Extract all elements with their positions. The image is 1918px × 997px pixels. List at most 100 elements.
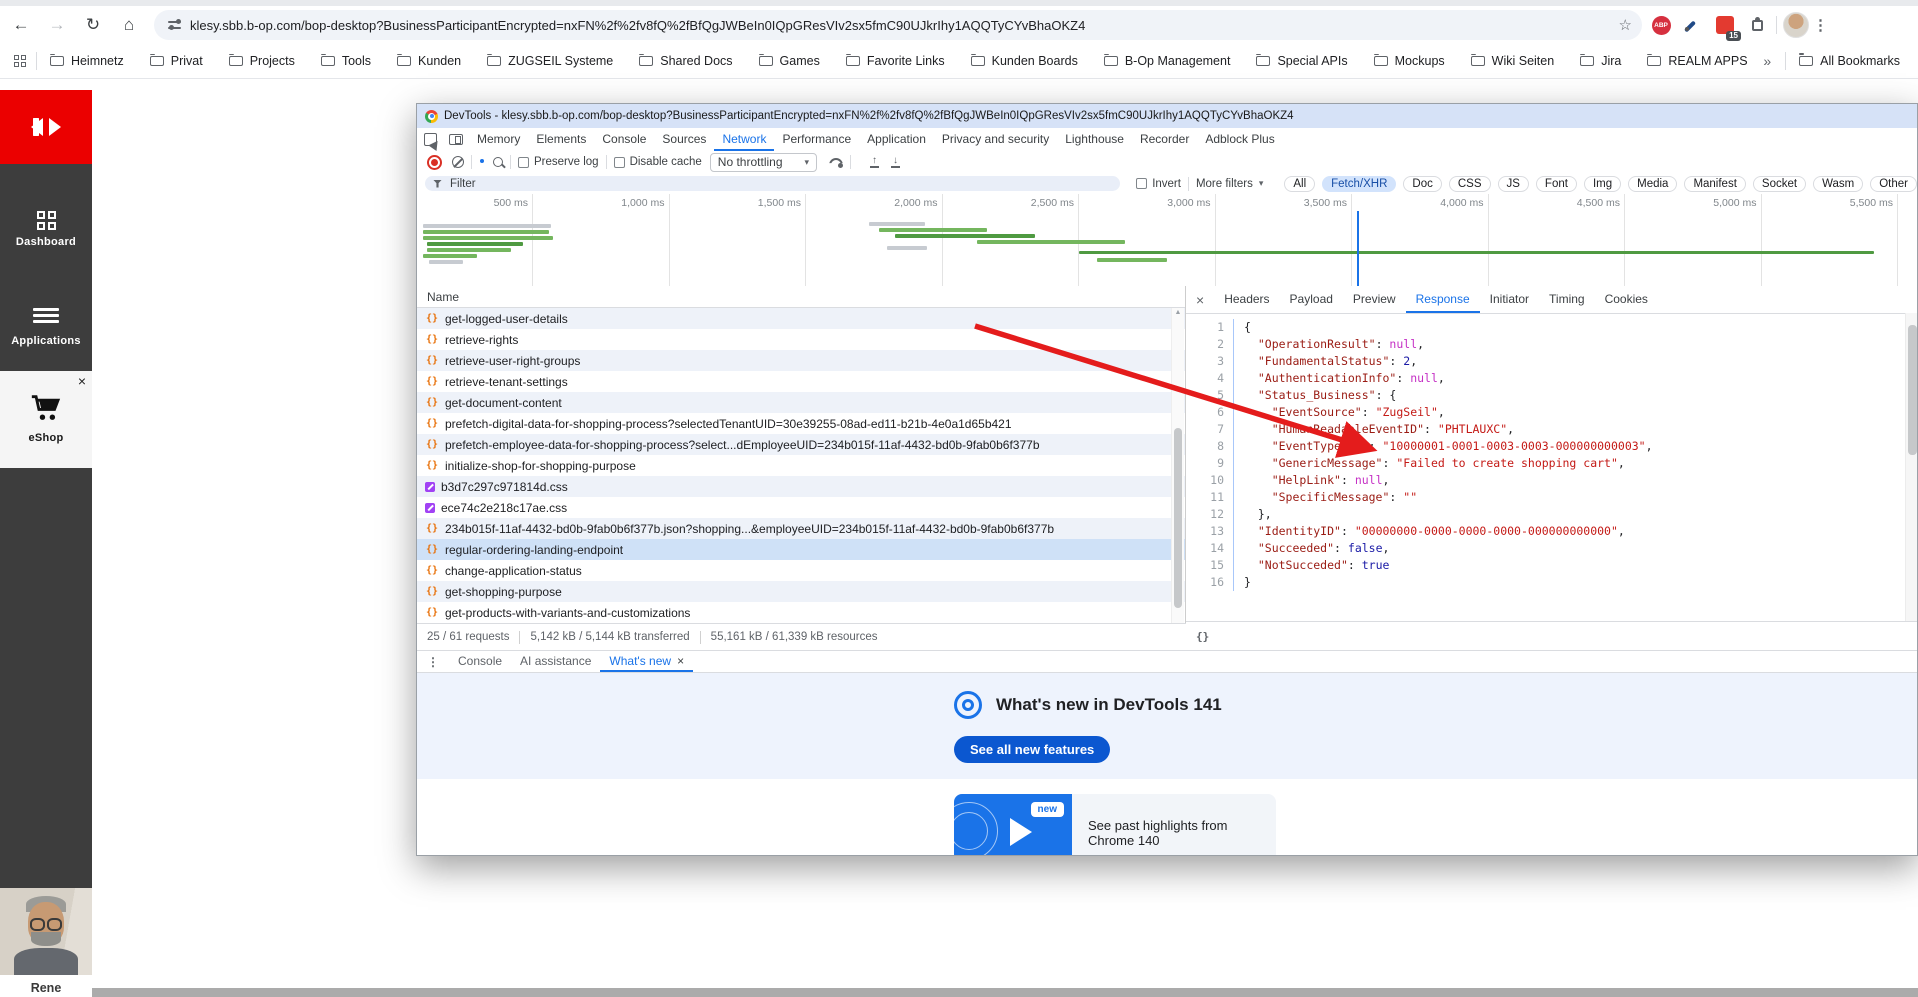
bookmark-item-jira[interactable]: Jira [1580, 54, 1621, 68]
devtools-tab-privacy-and-security[interactable]: Privacy and security [934, 128, 1057, 151]
response-tab-preview[interactable]: Preview [1343, 286, 1406, 313]
bookmark-item-privat[interactable]: Privat [150, 54, 203, 68]
bookmark-item-projects[interactable]: Projects [229, 54, 295, 68]
filter-chip-doc[interactable]: Doc [1403, 176, 1441, 192]
devtools-tab-recorder[interactable]: Recorder [1132, 128, 1197, 151]
bookmark-item-b-op-management[interactable]: B-Op Management [1104, 54, 1231, 68]
devtools-tab-console[interactable]: Console [594, 128, 654, 151]
sidebar-item-applications[interactable]: Applications [0, 305, 92, 347]
sidebar-item-dashboard[interactable]: Dashboard [0, 208, 92, 248]
requests-table-header[interactable]: Name [417, 286, 1185, 308]
devtools-tab-sources[interactable]: Sources [654, 128, 714, 151]
response-tab-cookies[interactable]: Cookies [1595, 286, 1658, 313]
filter-chip-js[interactable]: JS [1498, 176, 1529, 192]
filter-chip-fetch-xhr[interactable]: Fetch/XHR [1322, 176, 1396, 192]
devtools-titlebar[interactable]: DevTools - klesy.sbb.b-op.com/bop-deskto… [417, 104, 1917, 128]
highlights-card[interactable]: new See past highlights from Chrome 140 [954, 794, 1276, 856]
extensions-puzzle-icon[interactable] [1744, 12, 1770, 38]
see-all-new-features-button[interactable]: See all new features [954, 736, 1110, 763]
request-row-ece74c2e218c17ae-css[interactable]: ece74c2e218c17ae.css [417, 497, 1185, 518]
all-bookmarks[interactable]: All Bookmarks [1799, 54, 1900, 68]
bookmark-item-kunden-boards[interactable]: Kunden Boards [971, 54, 1078, 68]
close-icon[interactable]: × [677, 654, 684, 668]
search-icon[interactable] [493, 157, 503, 167]
filter-chip-manifest[interactable]: Manifest [1684, 176, 1745, 192]
clear-network-log-button[interactable] [452, 156, 464, 168]
bookmark-item-mockups[interactable]: Mockups [1374, 54, 1445, 68]
network-overview-timeline[interactable]: 500 ms1,000 ms1,500 ms2,000 ms2,500 ms3,… [417, 194, 1917, 287]
scroll-up-icon[interactable]: ▲ [1172, 309, 1184, 316]
bookmark-item-tools[interactable]: Tools [321, 54, 371, 68]
drawer-tab-what-s-new[interactable]: What's new× [600, 651, 693, 672]
pretty-print-button[interactable]: {} [1196, 630, 1209, 643]
filter-chip-media[interactable]: Media [1628, 176, 1677, 192]
bookmark-star-icon[interactable]: ☆ [1619, 16, 1632, 34]
import-har-icon[interactable]: ↑ [870, 156, 879, 168]
response-tab-headers[interactable]: Headers [1214, 286, 1279, 313]
request-row-b3d7c297c971814d-css[interactable]: b3d7c297c971814d.css [417, 476, 1185, 497]
bookmark-item-special-apis[interactable]: Special APIs [1256, 54, 1347, 68]
apps-grid-icon[interactable] [14, 55, 26, 67]
request-row-retrieve-tenant-settings[interactable]: {}retrieve-tenant-settings [417, 371, 1185, 392]
bookmark-item-shared-docs[interactable]: Shared Docs [639, 54, 732, 68]
request-row-prefetch-employee-data-for-shopping-proc[interactable]: {}prefetch-employee-data-for-shopping-pr… [417, 434, 1185, 455]
bookmark-item-realm-apps[interactable]: REALM APPS [1647, 54, 1747, 68]
request-row-change-application-status[interactable]: {}change-application-status [417, 560, 1185, 581]
devtools-tab-application[interactable]: Application [859, 128, 934, 151]
bookmark-item-games[interactable]: Games [759, 54, 820, 68]
filter-chip-other[interactable]: Other [1870, 176, 1917, 192]
tab-manager-extension-icon[interactable]: 15 [1712, 12, 1738, 38]
request-row-get-document-content[interactable]: {}get-document-content [417, 392, 1185, 413]
eyedropper-extension-icon[interactable] [1680, 12, 1706, 38]
more-filters-label[interactable]: More filters [1196, 178, 1253, 190]
request-row-retrieve-user-right-groups[interactable]: {}retrieve-user-right-groups [417, 350, 1185, 371]
request-row-get-products-with-variants-and-customiza[interactable]: {}get-products-with-variants-and-customi… [417, 602, 1185, 623]
devtools-tab-memory[interactable]: Memory [469, 128, 528, 151]
devtools-tab-network[interactable]: Network [714, 128, 774, 151]
drawer-tab-console[interactable]: Console [449, 651, 511, 672]
response-tab-initiator[interactable]: Initiator [1480, 286, 1539, 313]
export-har-icon[interactable]: ↓ [891, 156, 900, 168]
filter-input-wrap[interactable] [425, 176, 1120, 191]
filter-chip-css[interactable]: CSS [1449, 176, 1491, 192]
scrollbar-thumb[interactable] [1174, 428, 1182, 608]
disable-cache-checkbox[interactable] [614, 157, 625, 168]
filter-input[interactable] [448, 177, 1112, 191]
drawer-menu-icon[interactable]: ⋮ [417, 651, 449, 672]
bookmark-item-zugseil-systeme[interactable]: ZUGSEIL Systeme [487, 54, 613, 68]
filter-chip-font[interactable]: Font [1536, 176, 1577, 192]
address-bar[interactable]: klesy.sbb.b-op.com/bop-desktop?BusinessP… [154, 10, 1642, 40]
device-toolbar-icon[interactable] [443, 128, 469, 151]
filter-chip-socket[interactable]: Socket [1753, 176, 1806, 192]
response-tab-payload[interactable]: Payload [1280, 286, 1343, 313]
devtools-tab-performance[interactable]: Performance [774, 128, 859, 151]
close-icon[interactable]: × [1186, 286, 1214, 313]
throttling-select[interactable]: No throttling ▾ [710, 153, 817, 172]
home-button[interactable]: ⌂ [114, 10, 144, 40]
devtools-tab-elements[interactable]: Elements [528, 128, 594, 151]
forward-button[interactable]: → [42, 10, 72, 40]
filter-chip-img[interactable]: Img [1584, 176, 1621, 192]
response-json-viewer[interactable]: 1{2 "OperationResult": null,3 "Fundament… [1186, 313, 1906, 621]
network-conditions-icon[interactable] [829, 158, 843, 167]
response-scrollbar[interactable] [1905, 313, 1918, 621]
back-button[interactable]: ← [6, 10, 36, 40]
response-tab-response[interactable]: Response [1406, 286, 1480, 313]
request-row-regular-ordering-landing-endpoint[interactable]: {}regular-ordering-landing-endpoint [417, 539, 1185, 560]
scrollbar-thumb[interactable] [1908, 325, 1917, 455]
bookmark-item-kunden[interactable]: Kunden [397, 54, 461, 68]
inspect-element-icon[interactable] [417, 128, 443, 151]
request-row-get-logged-user-details[interactable]: {}get-logged-user-details [417, 308, 1185, 329]
requests-scrollbar[interactable]: ▲ ▼ [1171, 308, 1184, 649]
filter-chip-wasm[interactable]: Wasm [1813, 176, 1863, 192]
preserve-log-checkbox[interactable] [518, 157, 529, 168]
devtools-tab-adblock-plus[interactable]: Adblock Plus [1197, 128, 1282, 151]
sidebar-user-card[interactable]: Rene [0, 888, 92, 997]
invert-checkbox[interactable] [1136, 178, 1147, 189]
bookmark-item-favorite-links[interactable]: Favorite Links [846, 54, 945, 68]
request-row-get-shopping-purpose[interactable]: {}get-shopping-purpose [417, 581, 1185, 602]
request-row-retrieve-rights[interactable]: {}retrieve-rights [417, 329, 1185, 350]
request-row-prefetch-digital-data-for-shopping-proce[interactable]: {}prefetch-digital-data-for-shopping-pro… [417, 413, 1185, 434]
record-network-log-button[interactable] [427, 155, 442, 170]
response-tab-timing[interactable]: Timing [1539, 286, 1595, 313]
